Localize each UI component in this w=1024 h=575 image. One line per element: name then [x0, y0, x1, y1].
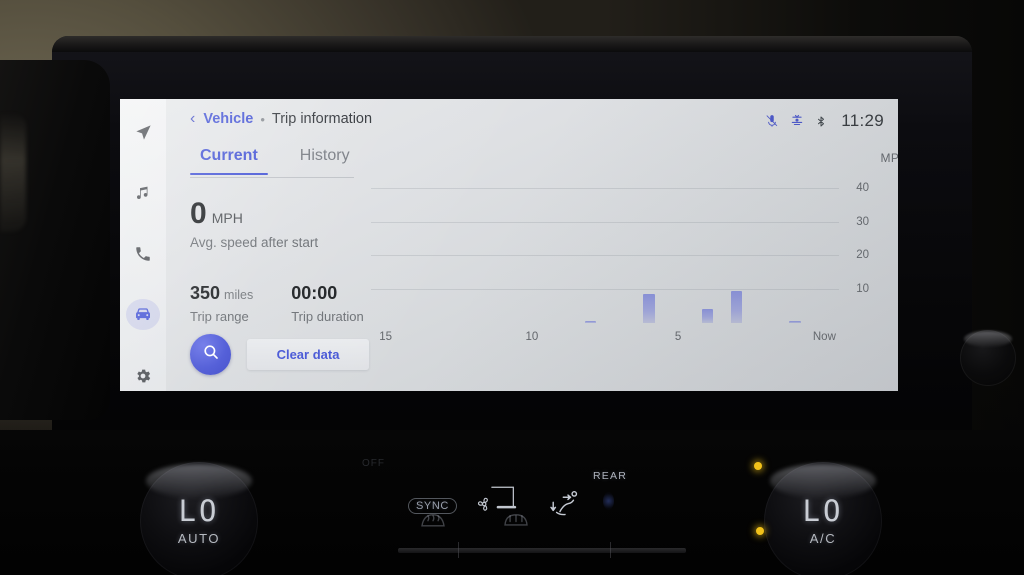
passenger-temp-knob[interactable]: LO A/C [764, 462, 882, 575]
chart-y-tick: 10 [856, 283, 869, 296]
chart-y-tick: 30 [856, 215, 869, 228]
hvac-slot-divider [610, 542, 611, 558]
driver-temp-knob[interactable]: LO AUTO [140, 462, 258, 575]
hvac-vent-slot [398, 548, 686, 553]
chart-bar [584, 320, 597, 323]
front-defrost-icon[interactable] [418, 508, 448, 535]
phone-icon [134, 245, 152, 263]
dashboard-scene: 11:29 ‹ Vehicle • Trip information Curre… [0, 0, 1024, 575]
avg-speed-stat: 0 MPH [190, 199, 364, 229]
chart-gridline [371, 289, 839, 291]
chart-bar [730, 291, 743, 323]
trip-range-stat: 350 miles Trip range [190, 283, 253, 324]
navigation-icon [134, 123, 153, 142]
chart-bar [701, 308, 714, 323]
trip-stats: 0 MPH Avg. speed after start 350 miles T… [190, 199, 364, 325]
trip-range-value: 350 [190, 283, 221, 303]
search-button[interactable] [190, 334, 231, 375]
sidebar-item-vehicle[interactable] [126, 299, 160, 331]
passenger-temp-value: LO [802, 494, 844, 528]
sidebar-rail [120, 99, 166, 391]
chart-plot-area: 10 20 30 40 [371, 171, 869, 323]
trip-duration-stat: 00:00 Trip duration [291, 283, 364, 324]
avg-speed-value: 0 [190, 197, 207, 230]
chart-y-tick: 40 [856, 181, 869, 194]
indicator-led [756, 527, 764, 535]
trip-duration-label: Trip duration [291, 309, 364, 324]
breadcrumb-parent-link[interactable]: Vehicle [203, 111, 253, 127]
back-button[interactable]: ‹ [190, 111, 196, 127]
tab-bar: Current History [190, 143, 360, 175]
gps-satellite-icon [789, 114, 805, 128]
display-side-knob[interactable] [960, 330, 1016, 386]
chart-bar [789, 320, 801, 323]
clock: 11:29 [841, 111, 884, 130]
chart-bar [643, 293, 655, 323]
chart-title: MPG [880, 151, 898, 165]
driver-temp-mode: AUTO [177, 531, 221, 546]
chart-x-tick: 5 [674, 331, 682, 343]
hvac-panel: LO AUTO LO A/C SYNC REAR OFF [0, 430, 1024, 575]
avg-speed-unit: MPH [211, 210, 243, 226]
breadcrumb: ‹ Vehicle • Trip information [190, 111, 373, 128]
gear-icon [134, 367, 152, 385]
avg-speed-label: Avg. speed after start [190, 235, 319, 250]
trip-duration-value: 00:00 [291, 283, 338, 303]
chart-x-tick: 10 [525, 331, 539, 343]
hvac-ghost-off-label: OFF [362, 458, 385, 469]
seat-airflow-icon[interactable] [548, 488, 582, 525]
trip-range-unit: miles [224, 288, 254, 302]
chart-x-tick: 15 [379, 331, 393, 343]
chart-gridline [371, 187, 839, 189]
bluetooth-icon [815, 114, 827, 129]
car-icon [133, 305, 153, 325]
trip-stat-row: 350 miles Trip range 00:00 Trip duration [190, 283, 364, 324]
mpg-chart: MPG 10 20 30 40 15 10 5 Now [371, 151, 898, 351]
breadcrumb-current: Trip information [271, 111, 373, 127]
rear-defrost-indicator[interactable] [603, 492, 614, 510]
search-icon [202, 343, 220, 366]
music-icon [134, 184, 152, 202]
rear-defrost-icon[interactable] [500, 508, 532, 535]
sidebar-item-settings[interactable] [126, 360, 160, 391]
trip-range-label: Trip range [190, 309, 249, 324]
driver-temp-value: LO [178, 494, 220, 528]
sidebar-item-navigation[interactable] [126, 117, 160, 148]
sidebar-item-phone[interactable] [126, 239, 160, 270]
dashboard-top-lip [52, 36, 972, 52]
clear-data-button[interactable]: Clear data [247, 339, 369, 370]
breadcrumb-separator: • [260, 111, 265, 127]
hvac-slot-divider [458, 542, 459, 558]
dashboard-left-pod-highlight [0, 112, 26, 232]
status-bar: 11:29 [765, 111, 884, 131]
mic-muted-icon [765, 114, 779, 128]
tab-current[interactable]: Current [190, 143, 268, 175]
passenger-temp-mode: A/C [809, 531, 837, 546]
action-row: Clear data [190, 334, 369, 375]
tabs-underline [190, 177, 354, 178]
chart-x-tick: Now [812, 331, 836, 343]
tab-history[interactable]: History [290, 143, 360, 175]
sidebar-item-media[interactable] [126, 178, 160, 209]
rear-defrost-label: REAR [593, 470, 627, 482]
chart-x-axis: 15 10 5 Now [371, 327, 839, 351]
infotainment-screen[interactable]: 11:29 ‹ Vehicle • Trip information Curre… [120, 99, 898, 391]
screen-content: 11:29 ‹ Vehicle • Trip information Curre… [166, 99, 898, 391]
chart-y-tick: 20 [856, 249, 869, 262]
chart-gridline [371, 221, 839, 223]
indicator-led [754, 462, 762, 470]
chart-gridline [371, 255, 839, 257]
